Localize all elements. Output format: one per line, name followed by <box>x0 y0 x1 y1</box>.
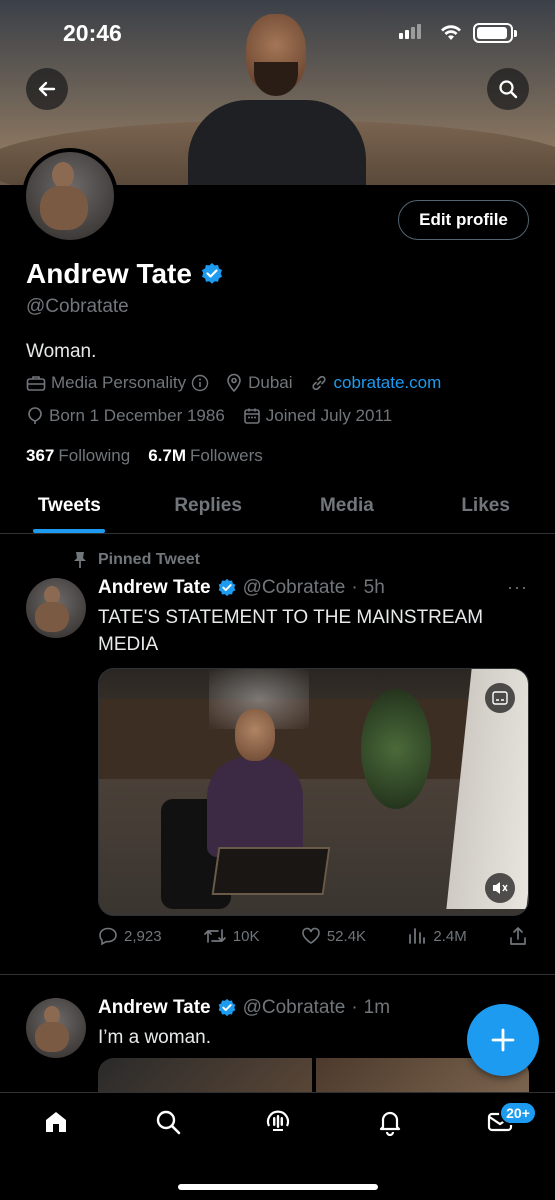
balloon-icon <box>28 407 42 424</box>
tweet-timestamp[interactable]: 5h <box>364 577 385 599</box>
heart-icon <box>302 927 320 944</box>
verified-badge-icon <box>218 578 235 597</box>
profile-joined: Joined July 2011 <box>265 406 393 425</box>
wifi-icon <box>439 22 463 47</box>
home-icon <box>46 1112 66 1132</box>
messages-badge: 20+ <box>499 1101 537 1125</box>
verified-badge-icon <box>218 998 235 1017</box>
followers-label: Followers <box>189 446 263 465</box>
followers-link[interactable]: 6.7M Followers <box>148 446 263 466</box>
retweet-button[interactable]: 10K <box>203 926 260 946</box>
link-icon <box>311 375 326 391</box>
nav-home[interactable] <box>41 1107 71 1137</box>
search-icon <box>499 80 518 99</box>
search-button[interactable] <box>487 68 529 110</box>
compose-tweet-button[interactable] <box>467 1004 539 1076</box>
bell-icon <box>379 1111 401 1136</box>
profile-tabs: Tweets Replies Media Likes <box>0 478 555 534</box>
profile-born: Born 1 December 1986 <box>49 406 225 425</box>
profile-category: Media Personality <box>51 373 187 392</box>
following-link[interactable]: 367 Following <box>26 446 130 466</box>
follow-counts: 367 Following 6.7M Followers <box>26 446 263 466</box>
tweet-actions: 2,923 10K 52.4K 2.4M <box>98 926 528 946</box>
tweet-header: Andrew Tate @Cobratate · 5h <box>98 577 385 599</box>
spaces-microphone-icon <box>266 1110 290 1131</box>
profile-bio: Woman. <box>26 341 97 362</box>
mute-icon[interactable] <box>485 873 515 903</box>
nav-notifications[interactable] <box>375 1107 405 1137</box>
tweet-avatar[interactable] <box>26 998 86 1058</box>
tweet-text: I’m a woman. <box>98 1027 211 1048</box>
avatar-body <box>40 186 88 230</box>
reply-count: 2,923 <box>124 927 162 945</box>
cellular-signal-icon <box>399 24 421 39</box>
tweet-divider <box>0 974 555 975</box>
status-time: 20:46 <box>63 20 122 46</box>
views-chart-icon <box>409 928 426 944</box>
nav-spaces[interactable] <box>263 1107 293 1137</box>
banner-person-beard <box>254 62 298 96</box>
tweet-more-options-icon[interactable]: ··· <box>507 577 528 598</box>
like-count: 52.4K <box>326 927 367 945</box>
profile-handle: @Cobratate <box>26 296 129 317</box>
profile-website-link[interactable]: cobratate.com <box>334 373 442 393</box>
nav-explore[interactable] <box>153 1107 183 1137</box>
back-button[interactable] <box>26 68 68 110</box>
home-indicator[interactable] <box>178 1184 378 1190</box>
following-count: 367 <box>26 446 55 465</box>
tweet-author-name[interactable]: Andrew Tate <box>98 577 211 599</box>
tweet-header: Andrew Tate @Cobratate · 1m <box>98 997 391 1019</box>
tweet-author-name[interactable]: Andrew Tate <box>98 997 211 1019</box>
pinned-tweet-label-row: Pinned Tweet <box>72 550 200 570</box>
calendar-icon <box>243 408 260 424</box>
profile-meta-row: Media Personality Dubai cobratate.com <box>26 373 441 393</box>
pin-icon <box>74 552 86 568</box>
banner-person <box>188 100 366 185</box>
profile-name: Andrew Tate <box>26 258 192 289</box>
tab-replies[interactable]: Replies <box>139 478 278 533</box>
search-icon <box>156 1110 181 1135</box>
pinned-tweet-label: Pinned Tweet <box>98 551 200 568</box>
avatar-face <box>52 162 74 188</box>
arrow-left-icon <box>38 81 56 97</box>
active-tab-indicator <box>33 529 106 533</box>
retweet-icon <box>203 929 226 943</box>
info-icon[interactable] <box>191 374 209 392</box>
tab-likes[interactable]: Likes <box>416 478 555 533</box>
like-button[interactable]: 52.4K <box>301 926 366 946</box>
location-pin-icon <box>227 373 241 393</box>
profile-avatar[interactable] <box>22 148 118 244</box>
profile-dates-row: Born 1 December 1986 Joined July 2011 <box>26 406 392 426</box>
tweet-avatar[interactable] <box>26 578 86 638</box>
tweet-timestamp[interactable]: 1m <box>364 997 390 1019</box>
share-button[interactable] <box>508 926 528 946</box>
views-count: 2.4M <box>433 927 467 945</box>
retweet-count: 10K <box>232 927 260 945</box>
verified-badge-icon[interactable] <box>200 262 224 286</box>
edit-profile-button[interactable]: Edit profile <box>398 200 529 240</box>
tweet-author-handle: @Cobratate <box>242 577 346 598</box>
status-bar: 20:46 <box>0 0 555 64</box>
profile-location: Dubai <box>248 373 293 392</box>
followers-count: 6.7M <box>148 446 186 465</box>
share-icon <box>510 927 526 945</box>
following-label: Following <box>58 446 131 465</box>
reply-button[interactable]: 2,923 <box>98 926 162 946</box>
tab-media[interactable]: Media <box>278 478 417 533</box>
briefcase-icon <box>26 376 46 391</box>
tweet-text: TATE'S STATEMENT TO THE MAINSTREAM MEDIA <box>98 607 484 655</box>
views-button[interactable]: 2.4M <box>407 926 467 946</box>
tab-tweets[interactable]: Tweets <box>0 478 139 533</box>
captions-icon[interactable] <box>485 683 515 713</box>
profile-name-row: Andrew Tate <box>26 258 224 290</box>
battery-icon <box>473 23 517 43</box>
tweet-video[interactable] <box>98 668 529 916</box>
plus-icon <box>491 1028 515 1052</box>
tweet-author-handle: @Cobratate <box>242 997 346 1018</box>
reply-icon <box>99 927 117 946</box>
